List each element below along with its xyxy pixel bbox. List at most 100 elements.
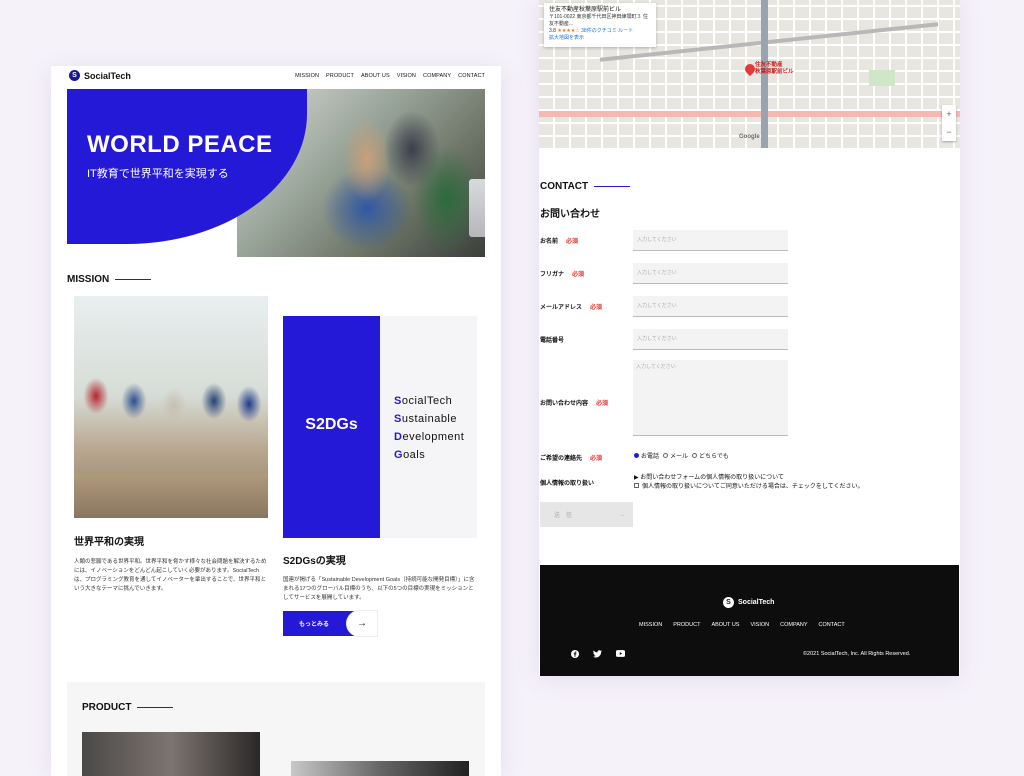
s2dgs-word: SocialTech [394, 395, 453, 407]
map-rating: 3.8 [549, 28, 556, 34]
mission-left-title: 世界平和の実現 [74, 537, 144, 548]
map-rating-row: 3.8 ★★★★☆ 38件のクチコミ ルート [549, 28, 651, 35]
s2dgs-label: S2DGs [305, 416, 358, 433]
map-park [869, 70, 895, 86]
footer-logo-text: SocialTech [738, 599, 775, 606]
logo-text: SocialTech [84, 70, 131, 81]
required-badge: 必須 [590, 456, 603, 462]
email-field[interactable]: 入力してください [633, 296, 788, 317]
name-label: お名前 必須 [540, 239, 579, 245]
logo-mark-icon: S [723, 597, 734, 608]
map-road [539, 111, 960, 117]
map-embed[interactable]: 住友不動産秋葉原駅前ビル 〒101-0022 東京都千代田区神田練塀町３ 住友不… [539, 0, 960, 148]
name-field[interactable]: 入力してください [633, 230, 788, 251]
footer: S SocialTech MISSION PRODUCT ABOUT US VI… [540, 565, 959, 676]
global-nav: MISSION PRODUCT ABOUT US VISION COMPANY … [295, 73, 485, 79]
preferred-contact-label: ご希望の連絡先 必須 [540, 456, 603, 462]
contact-heading: CONTACT [540, 181, 631, 192]
heading-underline [594, 185, 631, 188]
required-badge: 必須 [572, 272, 585, 278]
product-section: PRODUCT [67, 682, 485, 776]
s2dgs-words: SocialTech Sustainable Development Goals [394, 392, 464, 464]
heading-underline [137, 706, 174, 709]
privacy-policy-toggle[interactable]: ▶ お問い合わせフォームの個人情報の取り扱いについて [634, 472, 784, 481]
furigana-field[interactable]: 入力してください [633, 263, 788, 284]
required-badge: 必須 [566, 239, 579, 245]
arrow-right-icon: → [347, 611, 377, 636]
privacy-consent-text: 個人情報の取り扱いについてご同意いただける場合は、チェックをしてください。 [642, 484, 864, 490]
mission-heading: MISSION [67, 274, 152, 285]
footer-nav-vision[interactable]: VISION [750, 622, 769, 628]
footer-nav: MISSION PRODUCT ABOUT US VISION COMPANY … [639, 622, 845, 628]
arrow-right-icon: → [619, 511, 625, 518]
footer-nav-mission[interactable]: MISSION [639, 622, 662, 628]
nav-item-company[interactable]: COMPANY [423, 73, 451, 79]
map-address: 〒101-0022 東京都千代田区神田練塀町３ 住友不動産... [549, 14, 648, 27]
footer-nav-about[interactable]: ABOUT US [711, 622, 739, 628]
map-place-card: 住友不動産秋葉原駅前ビル 〒101-0022 東京都千代田区神田練塀町３ 住友不… [544, 3, 656, 47]
phone-label: 電話番号 [540, 338, 565, 344]
zoom-out-icon[interactable]: − [946, 127, 951, 137]
star-rating-icon: ★★★★☆ [557, 28, 580, 34]
map-zoom-control: + − [942, 105, 956, 141]
map-bigger-link[interactable]: 拡大地図を表示 [549, 35, 651, 42]
footer-nav-company[interactable]: COMPANY [780, 622, 807, 628]
phone-field[interactable]: 入力してください [633, 329, 788, 350]
contact-heading-text: CONTACT [540, 181, 589, 192]
product-heading-text: PRODUCT [82, 702, 132, 713]
map-reviews-link[interactable]: 38件のクチコミ [581, 28, 617, 34]
logo[interactable]: S SocialTech [69, 70, 131, 81]
radio-either[interactable]: どちらでも [692, 451, 729, 460]
s2dgs-word: Sustainable [394, 413, 457, 425]
map-route-link[interactable]: ルート [618, 28, 633, 34]
mission-right-title: S2DGsの実現 [283, 556, 346, 567]
map-pin-label: 住友不動産 秋葉原駅前ビル [755, 62, 794, 75]
email-label: メールアドレス 必須 [540, 305, 603, 311]
footer-logo[interactable]: S SocialTech [723, 597, 774, 608]
logo-mark-icon: S [69, 70, 80, 81]
preferred-contact-radios: お電話 メール どちらでも [634, 451, 729, 460]
footer-nav-product[interactable]: PRODUCT [673, 622, 700, 628]
nav-item-about[interactable]: ABOUT US [361, 73, 390, 79]
nav-item-vision[interactable]: VISION [397, 73, 416, 79]
mission-right-text: 国連が掲げる「Sustainable Development Goals（持続可… [283, 577, 475, 601]
footer-nav-contact[interactable]: CONTACT [819, 622, 845, 628]
product-photo [82, 732, 260, 776]
hero-subtitle: IT教育で世界平和を実現する [87, 168, 229, 180]
heading-underline [115, 278, 152, 281]
inquiry-label: お問い合わせ内容 必須 [540, 401, 609, 407]
zoom-in-icon[interactable]: + [946, 109, 951, 119]
mission-left-text: 人類の悲願である世界平和。世界平和を脅かす様々な社会問題を解決するためには、イノ… [74, 559, 267, 592]
radio-phone[interactable]: お電話 [634, 451, 659, 460]
radio-email[interactable]: メール [663, 451, 688, 460]
product-photo [291, 761, 469, 776]
facebook-icon[interactable] [571, 650, 579, 658]
more-button-label: もっとみる [299, 622, 330, 628]
mission-heading-text: MISSION [67, 274, 110, 285]
furigana-label: フリガナ 必須 [540, 272, 585, 278]
footer-social [571, 650, 625, 658]
required-badge: 必須 [596, 401, 609, 407]
inquiry-textarea[interactable]: 入力してください [633, 360, 788, 436]
s2dgs-card: S2DGs SocialTech Sustainable Development… [283, 316, 477, 538]
more-button[interactable]: もっとみる → [283, 611, 377, 636]
hero: WORLD PEACE IT教育で世界平和を実現する [67, 89, 485, 257]
privacy-label: 個人情報の取り扱い [540, 481, 595, 487]
nav-item-product[interactable]: PRODUCT [326, 73, 354, 79]
google-logo: Google [739, 134, 760, 140]
mission-photo [74, 296, 268, 518]
youtube-icon[interactable] [616, 650, 625, 657]
product-heading: PRODUCT [82, 702, 174, 713]
nav-item-mission[interactable]: MISSION [295, 73, 319, 79]
twitter-icon[interactable] [593, 650, 602, 658]
left-page-mockup: S SocialTech MISSION PRODUCT ABOUT US VI… [51, 66, 501, 776]
required-badge: 必須 [590, 305, 603, 311]
privacy-consent: 個人情報の取り扱いについてご同意いただける場合は、チェックをしてください。 [634, 481, 863, 490]
privacy-checkbox[interactable] [634, 483, 639, 488]
nav-item-contact[interactable]: CONTACT [458, 73, 485, 79]
submit-button-label: 送 信 [554, 513, 573, 519]
hero-title: WORLD PEACE [87, 131, 273, 158]
right-page-mockup: 住友不動産秋葉原駅前ビル 〒101-0022 東京都千代田区神田練塀町３ 住友不… [539, 0, 960, 676]
laptop-image [469, 179, 485, 237]
submit-button[interactable]: 送 信 → [540, 502, 633, 527]
